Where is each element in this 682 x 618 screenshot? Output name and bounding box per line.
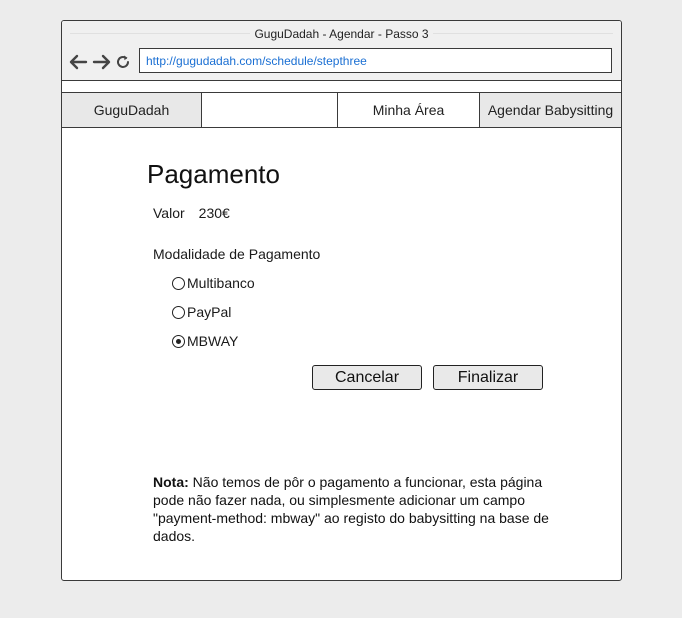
title-bar: GuguDadah - Agendar - Passo 3 http://gug… (62, 21, 621, 81)
reload-icon[interactable] (115, 54, 131, 70)
browser-window: GuguDadah - Agendar - Passo 3 http://gug… (61, 20, 622, 581)
radio-option-multibanco[interactable]: Multibanco (172, 275, 255, 291)
amount-value: 230€ (198, 205, 230, 221)
radio-button[interactable] (172, 305, 185, 319)
cancel-button[interactable]: Cancelar (312, 365, 422, 390)
radio-label: PayPal (187, 304, 232, 320)
note-text: Nota: Não temos de pôr o pagamento a fun… (153, 473, 563, 545)
page-title: Pagamento (147, 159, 280, 189)
note-body: Não temos de pôr o pagamento a funcionar… (153, 474, 549, 544)
radio-button-selected[interactable] (172, 334, 185, 348)
address-bar[interactable]: http://gugudadah.com/schedule/stepthree (139, 48, 612, 73)
radio-button[interactable] (172, 276, 185, 290)
nav-controls (69, 52, 131, 72)
toolbar-spacer (62, 81, 621, 93)
finalize-button[interactable]: Finalizar (433, 365, 543, 390)
main-menu: GuguDadah Minha Área Agendar Babysitting (62, 93, 621, 128)
window-title: GuguDadah - Agendar - Passo 3 (250, 27, 433, 41)
note-label: Nota: (153, 474, 189, 490)
amount-row: Valor 230€ (153, 205, 230, 221)
radio-label: Multibanco (187, 275, 255, 291)
menu-item-empty (202, 93, 338, 127)
radio-option-paypal[interactable]: PayPal (172, 304, 231, 320)
payment-method-label: Modalidade de Pagamento (153, 246, 321, 262)
arrow-right-icon[interactable] (92, 54, 111, 70)
radio-label: MBWAY (187, 333, 239, 349)
amount-label: Valor (153, 205, 185, 221)
menu-item-minha-area[interactable]: Minha Área (338, 93, 480, 127)
menu-item-agendar-babysitting[interactable]: Agendar Babysitting (480, 93, 621, 127)
radio-option-mbway[interactable]: MBWAY (172, 333, 238, 349)
menu-item-brand[interactable]: GuguDadah (62, 93, 202, 127)
arrow-left-icon[interactable] (69, 54, 88, 70)
